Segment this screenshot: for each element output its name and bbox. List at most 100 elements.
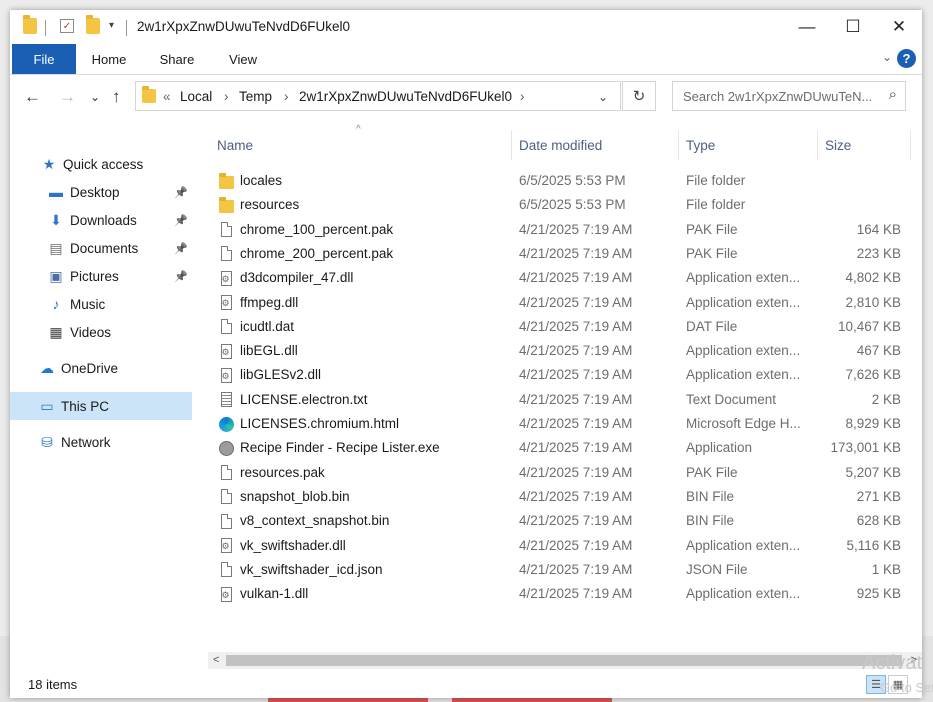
pin-icon[interactable]: 📌 (174, 242, 188, 255)
breadcrumb-separator-icon[interactable]: › (520, 89, 525, 104)
file-explorer-window: ✓ ▾ 2w1rXpxZnwDUwuTeNvdD6FUkel0 — ☐ ✕ Fi… (10, 10, 922, 698)
pin-icon[interactable]: 📌 (174, 270, 188, 283)
forward-icon[interactable]: → (59, 87, 76, 107)
cloud-icon: ☁ (40, 359, 54, 376)
back-icon[interactable]: ← (24, 87, 41, 107)
file-type: BIN File (686, 488, 735, 504)
recent-locations-icon[interactable]: ⌄ (90, 90, 100, 104)
expand-ribbon-icon[interactable]: ⌄ (882, 50, 892, 64)
column-divider[interactable] (817, 130, 818, 160)
sidebar-item-network[interactable]: ⛁ Network (10, 428, 192, 456)
sidebar-item-videos[interactable]: ▦ Videos (10, 318, 192, 346)
address-bar[interactable]: « Local › Temp › 2w1rXpxZnwDUwuTeNvdD6FU… (135, 81, 621, 111)
up-icon[interactable]: ↑ (112, 87, 121, 107)
sidebar-item-downloads[interactable]: ⬇ Downloads 📌 (10, 206, 192, 234)
file-row[interactable]: d3dcompiler_47.dll 4/21/2025 7:19 AM Appli… (208, 266, 918, 290)
file-type: PAK File (686, 464, 738, 480)
file-row[interactable]: resources 6/5/2025 5:53 PM File folder (208, 193, 918, 217)
address-dropdown-icon[interactable]: ⌄ (598, 90, 608, 104)
dll-icon (218, 585, 234, 603)
column-header-date[interactable]: Date modified (519, 138, 602, 153)
file-size: 2,810 KB (845, 294, 901, 310)
new-folder-icon[interactable] (86, 15, 100, 34)
maximize-button[interactable]: ☐ (830, 10, 876, 44)
file-row[interactable]: chrome_100_percent.pak 4/21/2025 7:19 AM P… (208, 218, 918, 242)
sidebar-item-label: Videos (70, 324, 112, 340)
file-row[interactable]: resources.pak 4/21/2025 7:19 AM PAK File 5,… (208, 461, 918, 485)
file-row[interactable]: ffmpeg.dll 4/21/2025 7:19 AM Application e… (208, 291, 918, 315)
file-name: resources (240, 197, 300, 213)
status-bar: 18 items ☰ ▦ (10, 672, 922, 698)
column-header-type[interactable]: Type (686, 138, 715, 153)
video-icon: ▦ (49, 323, 63, 340)
file-icon (218, 464, 234, 482)
customize-toolbar-icon[interactable]: ▾ (109, 20, 114, 31)
file-row[interactable]: icudtl.dat 4/21/2025 7:19 AM DAT File 10,46… (208, 315, 918, 339)
folder-icon (23, 15, 37, 34)
sidebar-item-desktop[interactable]: ▬ Desktop 📌 (10, 178, 192, 206)
edge-browser-icon (218, 415, 234, 433)
pin-icon[interactable]: 📌 (174, 214, 188, 227)
file-row[interactable]: v8_context_snapshot.bin 4/21/2025 7:19 AM… (208, 509, 918, 533)
file-size: 467 KB (856, 343, 901, 359)
file-name: chrome_100_percent.pak (240, 221, 394, 237)
file-row[interactable]: libEGL.dll 4/21/2025 7:19 AM Application e… (208, 339, 918, 363)
file-row[interactable]: locales 6/5/2025 5:53 PM File folder (208, 169, 918, 193)
tab-view[interactable]: View (220, 44, 266, 74)
help-icon[interactable]: ? (897, 49, 916, 68)
tab-home[interactable]: Home (86, 44, 132, 74)
tab-file[interactable]: File (12, 44, 76, 74)
sidebar-item-this-pc[interactable]: ▭ This PC (10, 392, 192, 420)
file-date-modified: 4/21/2025 7:19 AM (519, 440, 633, 456)
properties-icon[interactable]: ✓ (60, 19, 74, 33)
file-name: Recipe Finder - Recipe Lister.exe (240, 440, 440, 456)
pin-icon[interactable]: 📌 (174, 186, 188, 199)
tab-share[interactable]: Share (154, 44, 200, 74)
file-date-modified: 6/5/2025 5:53 PM (519, 197, 626, 213)
document-icon: ▤ (49, 239, 63, 256)
file-type: DAT File (686, 318, 738, 334)
file-row[interactable]: vk_swiftshader.dll 4/21/2025 7:19 AM Appli… (208, 534, 918, 558)
file-row[interactable]: chrome_200_percent.pak 4/21/2025 7:19 AM P… (208, 242, 918, 266)
column-divider[interactable] (511, 130, 512, 160)
close-button[interactable]: ✕ (876, 10, 922, 44)
search-icon[interactable]: ⌕ (889, 86, 897, 103)
item-count: 18 items (28, 677, 78, 692)
column-header-size[interactable]: Size (825, 138, 851, 153)
sidebar-item-onedrive[interactable]: ☁ OneDrive (10, 354, 192, 382)
sidebar-item-documents[interactable]: ▤ Documents 📌 (10, 234, 192, 262)
dll-icon (218, 294, 234, 312)
download-icon: ⬇ (50, 211, 62, 228)
minimize-button[interactable]: — (784, 10, 830, 44)
search-input[interactable]: Search 2w1rXpxZnwDUwuTeN... (683, 89, 872, 104)
breadcrumb-current[interactable]: 2w1rXpxZnwDUwuTeNvdD6FUkel0 (299, 89, 512, 104)
file-date-modified: 4/21/2025 7:19 AM (519, 245, 633, 261)
breadcrumb-temp[interactable]: Temp (239, 89, 272, 104)
file-row[interactable]: snapshot_blob.bin 4/21/2025 7:19 AM BIN Fi… (208, 485, 918, 509)
sidebar-item-quick-access[interactable]: ★ Quick access (10, 150, 192, 178)
scrollbar-thumb[interactable] (226, 655, 902, 666)
sidebar-item-pictures[interactable]: ▣ Pictures 📌 (10, 262, 192, 290)
search-box[interactable]: Search 2w1rXpxZnwDUwuTeN... ⌕ (672, 81, 906, 111)
column-divider[interactable] (910, 130, 911, 160)
file-row[interactable]: vk_swiftshader_icd.json 4/21/2025 7:19 AM… (208, 558, 918, 582)
breadcrumb-overflow-icon[interactable]: « (163, 89, 171, 104)
file-size: 223 KB (856, 245, 901, 261)
file-type: PAK File (686, 221, 738, 237)
sidebar-item-music[interactable]: ♪ Music (10, 290, 192, 318)
breadcrumb-separator-icon[interactable]: › (224, 89, 229, 104)
column-header-name[interactable]: Name (217, 138, 253, 153)
file-row[interactable]: LICENSES.chromium.html 4/21/2025 7:19 AM M… (208, 412, 918, 436)
file-row[interactable]: vulkan-1.dll 4/21/2025 7:19 AM Application… (208, 582, 918, 606)
file-row[interactable]: Recipe Finder - Recipe Lister.exe 4/21/20… (208, 436, 918, 460)
horizontal-scrollbar[interactable]: < > (208, 652, 922, 669)
file-row[interactable]: LICENSE.electron.txt 4/21/2025 7:19 AM Tex… (208, 388, 918, 412)
breadcrumb-local[interactable]: Local (180, 89, 212, 104)
breadcrumb-separator-icon[interactable]: › (284, 89, 289, 104)
scroll-left-icon[interactable]: < (213, 654, 219, 666)
sidebar-item-label: Music (70, 296, 106, 312)
refresh-button[interactable]: ↻ (622, 81, 656, 111)
sidebar-item-label: Desktop (70, 184, 120, 200)
column-divider[interactable] (678, 130, 679, 160)
file-row[interactable]: libGLESv2.dll 4/21/2025 7:19 AM Applicatio… (208, 363, 918, 387)
